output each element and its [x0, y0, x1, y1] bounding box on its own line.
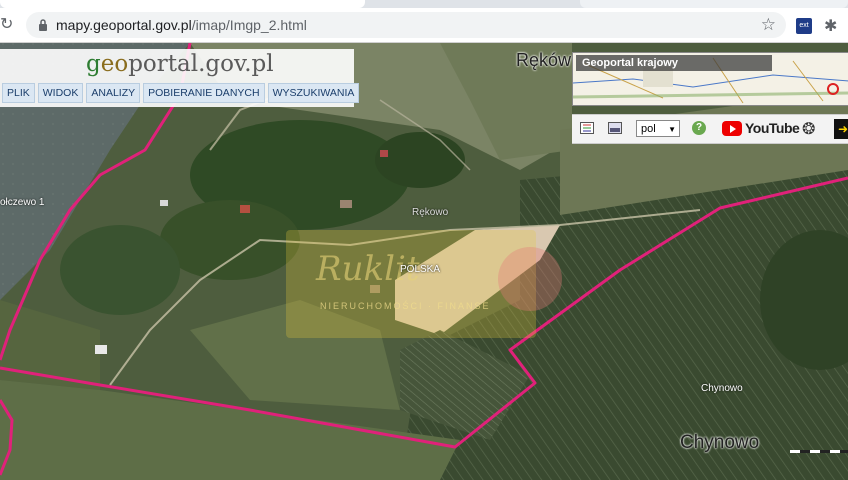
- omnibox[interactable]: mapy.geoportal.gov.pl/imap/Imgp_2.html ☆: [26, 12, 786, 38]
- logo-eo: eo: [100, 51, 129, 77]
- youtube-play-icon: [722, 121, 742, 136]
- youtube-label: YouTube: [745, 120, 800, 136]
- wms-icon[interactable]: [608, 122, 622, 134]
- legend-icon[interactable]: [580, 122, 594, 134]
- extensions-puzzle-icon[interactable]: ✱: [824, 16, 837, 36]
- tab-strip: [0, 0, 848, 8]
- browser-tab-other[interactable]: [580, 0, 848, 8]
- url-text[interactable]: mapy.geoportal.gov.pl/imap/Imgp_2.html: [56, 17, 307, 33]
- browser-tab[interactable]: [0, 0, 365, 8]
- address-bar: ↻ mapy.geoportal.gov.pl/imap/Imgp_2.html…: [0, 8, 848, 43]
- menu-plik[interactable]: PLIK: [2, 83, 35, 103]
- menu-wyszukiwania[interactable]: WYSZUKIWANIA: [267, 83, 360, 103]
- expand-arrow-icon[interactable]: ➜: [834, 119, 848, 139]
- minimap-title: Geoportal krajowy: [576, 55, 772, 71]
- geoportal-logo[interactable]: geoportal.gov.pl: [86, 51, 274, 77]
- help-icon[interactable]: ?: [692, 121, 706, 135]
- scale-bar: [790, 450, 848, 453]
- logo-portal: portal: [128, 51, 199, 77]
- logo-gov: .gov.pl: [198, 51, 274, 77]
- map-toolbar: pol ▼ ? YouTube ❂ ➜: [572, 114, 848, 144]
- chevron-down-icon: ▼: [668, 125, 676, 134]
- bookmark-star-icon[interactable]: ☆: [761, 15, 776, 35]
- url-host: mapy.geoportal.gov.pl: [56, 17, 192, 33]
- place-label-chynowo-small: Chynowo: [701, 383, 743, 394]
- settings-icon[interactable]: ❂: [802, 119, 815, 139]
- place-label-rekowo: Ręków: [516, 50, 572, 70]
- geoportal-header: geoportal.gov.pl PLIK WIDOK ANALIZY POBI…: [0, 49, 360, 107]
- place-label-chynowo: Chynowo: [680, 432, 760, 453]
- map-viewport[interactable]: Ruklit NIERUCHOMOŚCI · FINANSE: [0, 43, 848, 480]
- main-menu: PLIK WIDOK ANALIZY POBIERANIE DANYCH WYS…: [2, 83, 360, 103]
- menu-widok[interactable]: WIDOK: [37, 83, 84, 103]
- language-select[interactable]: pol ▼: [636, 120, 680, 137]
- lock-icon[interactable]: [38, 18, 48, 32]
- watermark-circle: [498, 247, 562, 311]
- language-value: pol: [641, 123, 656, 135]
- country-label-polska: POLSKA: [400, 264, 441, 275]
- logo-g: g: [86, 51, 101, 77]
- reload-icon[interactable]: ↻: [0, 15, 16, 35]
- url-path: /imap/Imgp_2.html: [191, 17, 307, 33]
- menu-analizy[interactable]: ANALIZY: [86, 83, 141, 103]
- watermark-subtitle: NIERUCHOMOŚCI · FINANSE: [320, 301, 491, 311]
- menu-pobieranie-danych[interactable]: POBIERANIE DANYCH: [143, 83, 265, 103]
- extension-icon[interactable]: ext: [796, 18, 812, 34]
- place-label-rekowo-small: Rękowo: [412, 207, 449, 218]
- place-label-golczewo: ołczewo 1: [0, 197, 45, 208]
